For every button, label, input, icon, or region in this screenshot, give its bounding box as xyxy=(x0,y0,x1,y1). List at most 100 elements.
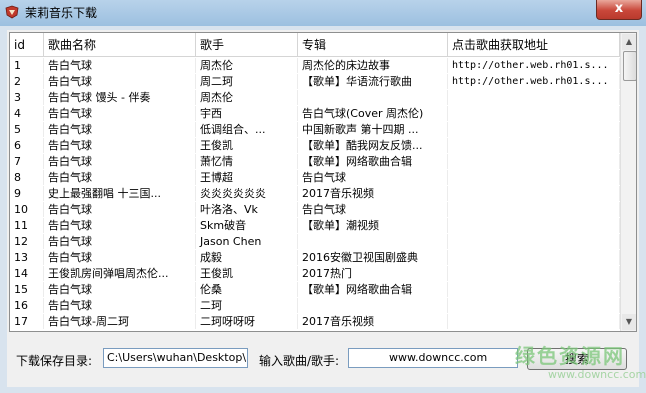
cell-address-col[interactable] xyxy=(448,298,620,313)
cell-id-col: 5 xyxy=(10,122,44,137)
cell-id-col: 17 xyxy=(10,314,44,329)
cell-album-col: 【歌单】网络歌曲合辑 xyxy=(298,282,448,297)
cell-album-col xyxy=(298,234,448,249)
cell-id-col: 8 xyxy=(10,170,44,185)
cell-singer-col: 周二珂 xyxy=(196,74,298,89)
cell-address-col[interactable] xyxy=(448,282,620,297)
cell-id-col: 11 xyxy=(10,218,44,233)
cell-id-col: 13 xyxy=(10,250,44,265)
cell-singer-col: 王俊凯 xyxy=(196,138,298,153)
cell-address-col[interactable] xyxy=(448,106,620,121)
table-row[interactable]: 3 告白气球 馒头 - 伴奏 周杰伦 xyxy=(10,90,620,105)
search-input[interactable]: www.downcc.com xyxy=(348,348,518,368)
cell-address-col[interactable] xyxy=(448,314,620,329)
client-area: id 歌曲名称 歌手 专辑 点击歌曲获取地址 1 告白气球 周杰伦 周杰伦的床边故事 http:… xyxy=(7,30,639,387)
cell-singer-col: 低调组合、... xyxy=(196,122,298,137)
table-row[interactable]: 7 告白气球 萧忆情 【歌单】网络歌曲合辑 xyxy=(10,154,620,169)
cell-album-col: 告白气球(Cover 周杰伦) xyxy=(298,106,448,121)
cell-address-col[interactable]: http://other.web.rh01.s... xyxy=(448,74,620,89)
cell-address-col[interactable] xyxy=(448,266,620,281)
scroll-up-icon[interactable]: ▲ xyxy=(622,34,636,50)
cell-song-name-col: 告白气球 xyxy=(44,202,196,217)
table-row[interactable]: 14 王俊凯房间弹唱周杰伦... 王俊凯 2017热门 xyxy=(10,266,620,281)
cell-singer-col: 二珂 xyxy=(196,298,298,313)
cell-song-name-col: 告白气球 xyxy=(44,234,196,249)
cell-id-col: 1 xyxy=(10,58,44,73)
app-window: 茉莉音乐下载 x id 歌曲名称 歌手 专辑 点击歌曲获取地址 1 告白气球 周杰伦 周杰伦的… xyxy=(0,0,646,393)
cell-album-col: 告白气球 xyxy=(298,170,448,185)
table-row[interactable]: 6 告白气球 王俊凯 【歌单】酷我网友反馈... xyxy=(10,138,620,153)
cell-address-col[interactable] xyxy=(448,202,620,217)
cell-album-col: 2016安徽卫视国剧盛典 xyxy=(298,250,448,265)
cell-address-col[interactable] xyxy=(448,138,620,153)
cell-id-col: 15 xyxy=(10,282,44,297)
cell-album-col: 2017音乐视频 xyxy=(298,186,448,201)
cell-album-col xyxy=(298,90,448,105)
save-dir-field[interactable]: C:\Users\wuhan\Desktop\ xyxy=(103,348,248,368)
table-row[interactable]: 15 告白气球 伦桑 【歌单】网络歌曲合辑 xyxy=(10,282,620,297)
cell-address-col[interactable] xyxy=(448,170,620,185)
app-logo-icon xyxy=(5,5,19,19)
cell-album-col: 2017音乐视频 xyxy=(298,314,448,329)
cell-id-col: 7 xyxy=(10,154,44,169)
cell-address-col[interactable]: http://other.web.rh01.s... xyxy=(448,58,620,73)
cell-address-col[interactable] xyxy=(448,90,620,105)
watermark-url: www.downcc.com xyxy=(548,368,646,381)
scroll-down-icon[interactable]: ▼ xyxy=(622,314,636,330)
cell-song-name-col: 告白气球-周二珂 xyxy=(44,314,196,329)
cell-song-name-col: 告白气球 xyxy=(44,106,196,121)
cell-address-col[interactable] xyxy=(448,234,620,249)
cell-song-name-col: 告白气球 xyxy=(44,58,196,73)
cell-id-col: 2 xyxy=(10,74,44,89)
cell-album-col: 2017热门 xyxy=(298,266,448,281)
column-header-album-col[interactable]: 专辑 xyxy=(298,33,448,57)
cell-song-name-col: 告白气球 xyxy=(44,170,196,185)
title-bar[interactable]: 茉莉音乐下载 x xyxy=(0,0,646,26)
cell-song-name-col: 王俊凯房间弹唱周杰伦... xyxy=(44,266,196,281)
close-button[interactable]: x xyxy=(596,0,642,20)
cell-address-col[interactable] xyxy=(448,122,620,137)
cell-id-col: 4 xyxy=(10,106,44,121)
column-header-address-col[interactable]: 点击歌曲获取地址 xyxy=(448,33,620,57)
cell-singer-col: 王博超 xyxy=(196,170,298,185)
table-row[interactable]: 2 告白气球 周二珂 【歌单】华语流行歌曲 http://other.web.rh01.… xyxy=(10,74,620,89)
cell-album-col: 中国新歌声 第十四期 ... xyxy=(298,122,448,137)
table-row[interactable]: 1 告白气球 周杰伦 周杰伦的床边故事 http://other.web.rh01.s.… xyxy=(10,58,620,73)
cell-song-name-col: 告白气球 xyxy=(44,250,196,265)
cell-singer-col: 周杰伦 xyxy=(196,58,298,73)
scroll-thumb[interactable] xyxy=(623,51,636,81)
cell-album-col: 【歌单】潮视频 xyxy=(298,218,448,233)
table-row[interactable]: 11 告白气球 Skm破音 【歌单】潮视频 xyxy=(10,218,620,233)
table-row[interactable]: 13 告白气球 成毅 2016安徽卫视国剧盛典 xyxy=(10,250,620,265)
cell-singer-col: Jason Chen xyxy=(196,234,298,249)
vertical-scrollbar[interactable]: ▲ ▼ xyxy=(620,33,636,331)
table-row[interactable]: 8 告白气球 王博超 告白气球 xyxy=(10,170,620,185)
results-table[interactable]: id 歌曲名称 歌手 专辑 点击歌曲获取地址 1 告白气球 周杰伦 周杰伦的床边故事 http:… xyxy=(9,32,637,332)
column-header-song-name-col[interactable]: 歌曲名称 xyxy=(44,33,196,57)
column-header-id-col[interactable]: id xyxy=(10,33,44,57)
table-row[interactable]: 9 史上最强翻唱 十三国... 炎炎炎炎炎炎 2017音乐视频 xyxy=(10,186,620,201)
table-row[interactable]: 4 告白气球 宇西 告白气球(Cover 周杰伦) xyxy=(10,106,620,121)
cell-address-col[interactable] xyxy=(448,154,620,169)
cell-address-col[interactable] xyxy=(448,186,620,201)
cell-singer-col: 萧忆情 xyxy=(196,154,298,169)
column-header-singer-col[interactable]: 歌手 xyxy=(196,33,298,57)
table-row[interactable]: 5 告白气球 低调组合、... 中国新歌声 第十四期 ... xyxy=(10,122,620,137)
cell-album-col: 告白气球 xyxy=(298,202,448,217)
table-row[interactable]: 16 告白气球 二珂 xyxy=(10,298,620,313)
cell-address-col[interactable] xyxy=(448,218,620,233)
save-dir-label: 下载保存目录: xyxy=(16,354,93,368)
cell-id-col: 16 xyxy=(10,298,44,313)
cell-album-col: 【歌单】华语流行歌曲 xyxy=(298,74,448,89)
table-row[interactable]: 10 告白气球 叶洛洛、Vk 告白气球 xyxy=(10,202,620,217)
watermark-text: 绿色资源网 xyxy=(515,344,625,368)
cell-id-col: 6 xyxy=(10,138,44,153)
cell-address-col[interactable] xyxy=(448,250,620,265)
table-row[interactable]: 12 告白气球 Jason Chen xyxy=(10,234,620,249)
cell-album-col xyxy=(298,298,448,313)
cell-song-name-col: 告白气球 xyxy=(44,154,196,169)
cell-id-col: 10 xyxy=(10,202,44,217)
cell-id-col: 9 xyxy=(10,186,44,201)
cell-id-col: 12 xyxy=(10,234,44,249)
table-row[interactable]: 17 告白气球-周二珂 二珂呀呀呀 2017音乐视频 xyxy=(10,314,620,329)
